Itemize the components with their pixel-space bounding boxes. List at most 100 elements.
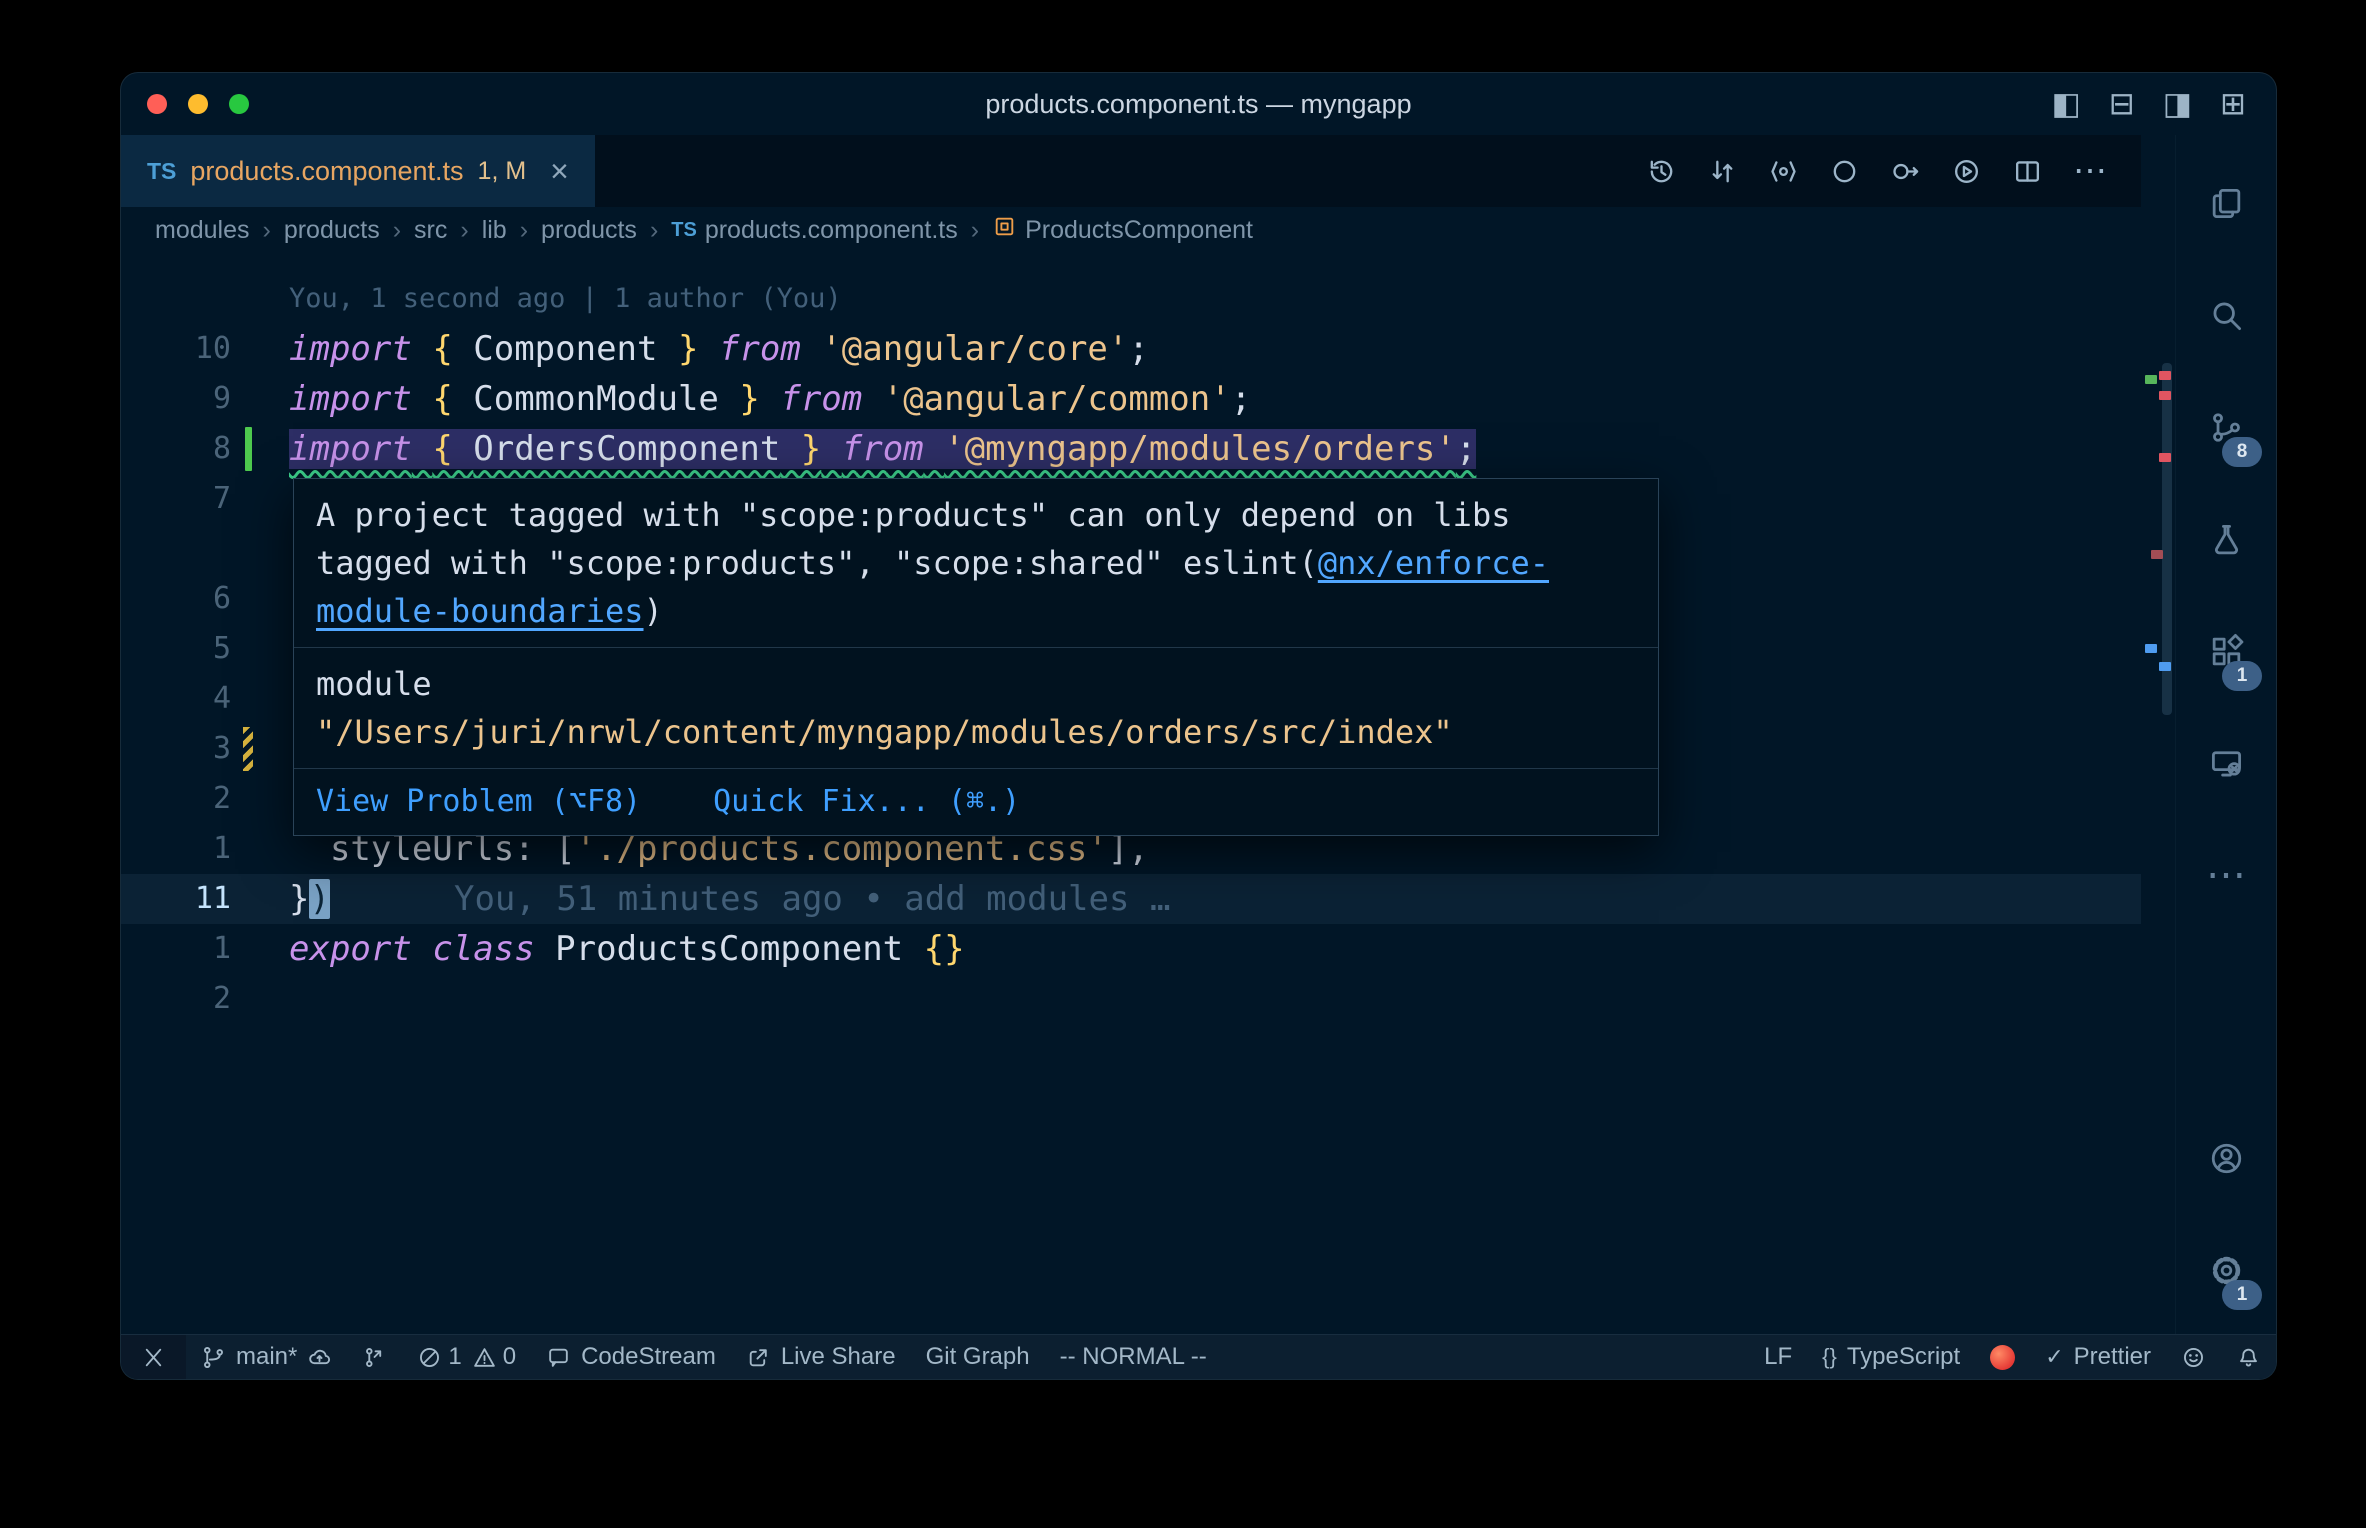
line-number[interactable]: 1 [121, 824, 231, 874]
line-number[interactable]: 11 [121, 874, 231, 924]
breadcrumb-item[interactable]: ProductsComponent [992, 214, 1253, 246]
line-number[interactable]: 7 [121, 474, 231, 524]
overview-ruler-mark [2159, 453, 2171, 462]
activity-bar-item-testing[interactable] [2176, 483, 2276, 595]
overview-ruler-mark [2159, 662, 2171, 671]
activity-bar-item-accounts[interactable] [2176, 1102, 2276, 1214]
status-item-language-mode[interactable]: {} TypeScript [1807, 1335, 1975, 1379]
code-line[interactable]: 9 import { CommonModule } from '@angular/… [121, 374, 2141, 424]
status-item-git-graph[interactable]: Git Graph [911, 1335, 1045, 1379]
activity-bar-item-explorer[interactable] [2176, 147, 2276, 259]
view-problem-action[interactable]: View Problem (⌥F8) [316, 779, 641, 825]
minimize-window-button[interactable] [188, 94, 208, 114]
line-number[interactable]: 6 [121, 574, 231, 624]
gutter[interactable] [231, 674, 289, 724]
overview-ruler-mark [2151, 550, 2163, 559]
breadcrumb-item[interactable]: modules [155, 216, 250, 245]
code-line[interactable]: 10 import { Component } from '@angular/co… [121, 324, 2141, 374]
status-bar: main* 1 0 CodeStream Live Share Git Graph -- N… [121, 1334, 2276, 1379]
close-window-button[interactable] [147, 94, 167, 114]
eslint-rule-link[interactable]: module-boundaries [316, 592, 644, 630]
status-item-vim-mode[interactable]: -- NORMAL -- [1045, 1335, 1222, 1379]
activity-bar-item-extensions[interactable]: 1 [2176, 595, 2276, 707]
gutter[interactable] [231, 874, 289, 924]
zoom-window-button[interactable] [229, 94, 249, 114]
eslint-rule-link[interactable]: @nx/enforce- [1318, 544, 1549, 582]
share-icon [746, 1345, 771, 1370]
line-number[interactable]: 8 [121, 424, 231, 474]
title-bar: products.component.ts — myngapp ◧ ⊟ ◨ ⊞ [121, 73, 2276, 135]
gutter[interactable] [231, 624, 289, 674]
status-item-git-session[interactable] [347, 1335, 402, 1379]
gutter[interactable] [231, 724, 289, 774]
status-item-eol-indicator[interactable]: LF [1749, 1335, 1807, 1379]
timeline-history-icon[interactable] [1646, 156, 1677, 187]
breadcrumb-item[interactable]: src [414, 216, 447, 245]
toggle-panel-icon[interactable]: ⊟ [2109, 86, 2135, 122]
open-changes-icon[interactable] [1768, 156, 1799, 187]
run-file-icon[interactable] [1951, 156, 1982, 187]
more-actions-icon[interactable]: ⋯ [2073, 154, 2107, 188]
line-number[interactable]: 10 [121, 324, 231, 374]
code-line[interactable]: 11}) You, 51 minutes ago • add modules … [121, 874, 2141, 924]
compare-changes-icon[interactable] [1707, 156, 1738, 187]
toggle-left-sidebar-icon[interactable]: ◧ [2051, 86, 2080, 122]
breadcrumb-separator-icon: › [970, 215, 980, 244]
next-change-icon[interactable] [1890, 156, 1921, 187]
status-item-problems[interactable]: 10 [402, 1335, 531, 1379]
line-number[interactable]: 9 [121, 374, 231, 424]
code-editor[interactable]: You, 1 second ago | 1 author (You) 10 imp… [121, 253, 2141, 1334]
window-controls [147, 73, 249, 135]
activity-bar-item-remote-explorer[interactable] [2176, 707, 2276, 819]
quick-fix-action[interactable]: Quick Fix... (⌘.) [713, 779, 1020, 825]
toggle-right-sidebar-icon[interactable]: ◨ [2163, 86, 2192, 122]
status-item-remote-indicator[interactable] [121, 1335, 186, 1379]
line-number[interactable]: 3 [121, 724, 231, 774]
activity-bar-item-settings[interactable]: 1 [2176, 1214, 2276, 1326]
line-number[interactable]: 4 [121, 674, 231, 724]
code-text: import { Component } from '@angular/core… [289, 329, 1149, 369]
breadcrumb-item[interactable]: products [284, 216, 380, 245]
code-line[interactable]: 8 import { OrdersComponent } from '@mynga… [121, 424, 2141, 474]
gutter[interactable] [231, 374, 289, 424]
split-editor-icon[interactable] [2012, 156, 2043, 187]
line-number[interactable]: 2 [121, 774, 231, 824]
customize-layout-icon[interactable]: ⊞ [2220, 86, 2246, 122]
code-line[interactable]: 2 [121, 974, 2141, 1024]
status-item-live-share[interactable]: Live Share [731, 1335, 911, 1379]
circle-outline-icon[interactable] [1829, 156, 1860, 187]
status-label: TypeScript [1846, 1343, 1961, 1370]
line-number[interactable]: 2 [121, 974, 231, 1024]
activity-bar-item-source-control[interactable]: 8 [2176, 371, 2276, 483]
breadcrumb-item[interactable]: products [541, 216, 637, 245]
code-text: import { OrdersComponent } from '@myngap… [289, 424, 1477, 474]
gutter[interactable] [231, 924, 289, 974]
breadcrumb-item[interactable]: TS products.component.ts [671, 216, 957, 245]
gutter[interactable] [231, 574, 289, 624]
line-number[interactable]: 5 [121, 624, 231, 674]
editor-group: TS products.component.ts 1, M × ⋯ module… [121, 135, 2141, 1334]
gutter[interactable] [231, 424, 289, 474]
status-item-extension-logo[interactable] [1975, 1335, 2030, 1379]
gutter[interactable] [231, 824, 289, 874]
status-item-feedback[interactable] [2166, 1335, 2221, 1379]
gutter[interactable] [231, 524, 289, 574]
status-item-notifications[interactable] [2221, 1335, 2276, 1379]
activity-bar-item-search[interactable] [2176, 259, 2276, 371]
status-item-git-branch[interactable]: main* [186, 1335, 347, 1379]
titlebar-layout-controls: ◧ ⊟ ◨ ⊞ [2051, 73, 2246, 135]
gutter[interactable] [231, 774, 289, 824]
gutter[interactable] [231, 324, 289, 374]
close-tab-icon[interactable]: × [550, 153, 569, 190]
breadcrumb-item[interactable]: lib [482, 216, 507, 245]
gutter[interactable] [231, 974, 289, 1024]
code-line[interactable]: 1 export class ProductsComponent {} [121, 924, 2141, 974]
line-number[interactable]: 1 [121, 924, 231, 974]
gutter[interactable] [231, 474, 289, 524]
status-item-formatter-prettier[interactable]: ✓ Prettier [2030, 1335, 2166, 1379]
overview-ruler[interactable] [2141, 135, 2175, 1334]
activity-bar-item-more-views[interactable]: ⋯ [2176, 819, 2276, 931]
tab-products-component[interactable]: TS products.component.ts 1, M × [121, 135, 595, 207]
line-number[interactable] [121, 524, 231, 574]
status-item-codestream[interactable]: CodeStream [531, 1335, 731, 1379]
